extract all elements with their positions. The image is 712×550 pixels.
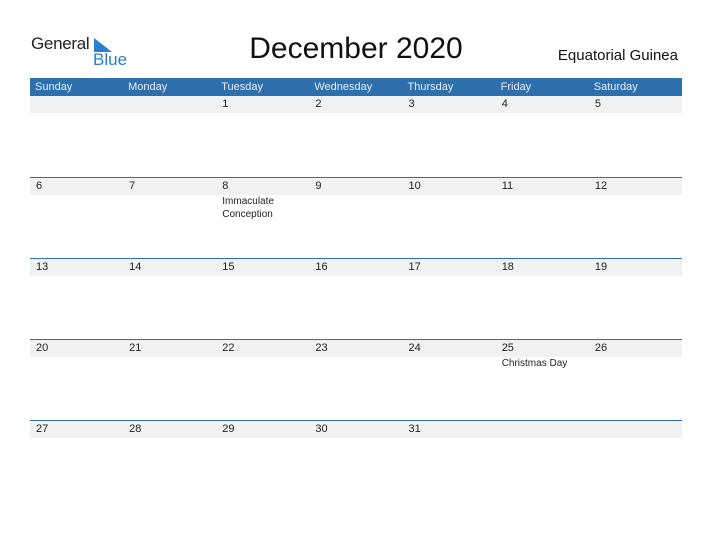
weekday-header: Sunday Monday Tuesday Wednesday Thursday… bbox=[30, 78, 682, 96]
day-number: 4 bbox=[501, 98, 508, 110]
day-number: 22 bbox=[222, 342, 235, 354]
day-cell[interactable]: 25 Christmas Day bbox=[496, 340, 589, 420]
day-number: 20 bbox=[36, 342, 49, 354]
day-cell[interactable] bbox=[123, 96, 216, 176]
day-cell[interactable]: 15 bbox=[216, 259, 309, 339]
day-cell[interactable]: 26 bbox=[589, 340, 682, 420]
day-cell[interactable]: 11 bbox=[496, 178, 589, 258]
day-number: 3 bbox=[408, 98, 415, 110]
day-cell[interactable] bbox=[30, 96, 123, 176]
day-number: 31 bbox=[408, 423, 421, 435]
day-cell[interactable]: 19 bbox=[589, 259, 682, 339]
day-cell[interactable]: 23 bbox=[309, 340, 402, 420]
day-number: 8 bbox=[222, 180, 229, 192]
week-row: 6 7 8 Immaculate Conception 9 10 11 12 bbox=[30, 177, 682, 259]
day-number: 28 bbox=[129, 423, 142, 435]
day-number: 5 bbox=[594, 98, 601, 110]
day-number: 21 bbox=[129, 342, 142, 354]
day-cell[interactable]: 29 bbox=[216, 421, 309, 501]
day-cell[interactable] bbox=[496, 421, 589, 501]
day-cell[interactable]: 5 bbox=[589, 96, 682, 176]
day-number: 18 bbox=[501, 261, 514, 273]
week-row: 20 21 22 23 24 25 Christmas Day 26 bbox=[30, 339, 682, 421]
day-cell[interactable]: 12 bbox=[589, 178, 682, 258]
weekday-saturday: Saturday bbox=[593, 81, 638, 93]
weekday-thursday: Thursday bbox=[407, 81, 454, 93]
day-cell[interactable]: 22 bbox=[216, 340, 309, 420]
day-cell[interactable]: 6 bbox=[30, 178, 123, 258]
weekday-friday: Friday bbox=[500, 81, 532, 93]
day-number: 25 bbox=[501, 342, 514, 354]
day-number: 2 bbox=[315, 98, 322, 110]
day-number: 29 bbox=[222, 423, 235, 435]
day-cell[interactable]: 16 bbox=[309, 259, 402, 339]
day-cell[interactable]: 18 bbox=[496, 259, 589, 339]
week-row: 27 28 29 30 31 bbox=[30, 420, 682, 502]
day-number: 13 bbox=[36, 261, 49, 273]
day-number: 24 bbox=[408, 342, 421, 354]
day-number: 15 bbox=[222, 261, 235, 273]
day-cell[interactable]: 28 bbox=[123, 421, 216, 501]
day-cell[interactable]: 14 bbox=[123, 259, 216, 339]
day-cell[interactable]: 10 bbox=[403, 178, 496, 258]
day-cell[interactable]: 30 bbox=[309, 421, 402, 501]
day-number: 30 bbox=[315, 423, 328, 435]
day-cell[interactable]: 2 bbox=[309, 96, 402, 176]
day-cell[interactable]: 20 bbox=[30, 340, 123, 420]
day-number: 19 bbox=[594, 261, 608, 273]
day-cell[interactable] bbox=[589, 421, 682, 501]
day-cell[interactable]: 7 bbox=[123, 178, 216, 258]
country-label: Equatorial Guinea bbox=[557, 47, 678, 64]
day-cell[interactable]: 1 bbox=[216, 96, 309, 176]
weekday-tuesday: Tuesday bbox=[221, 81, 264, 93]
day-number: 17 bbox=[408, 261, 421, 273]
day-cell[interactable]: 24 bbox=[403, 340, 496, 420]
day-cell[interactable]: 21 bbox=[123, 340, 216, 420]
day-number: 1 bbox=[222, 98, 229, 110]
day-number: 11 bbox=[501, 180, 514, 192]
day-cell[interactable]: 13 bbox=[30, 259, 123, 339]
day-number: 23 bbox=[315, 342, 328, 354]
week-row: 1 2 3 4 5 bbox=[30, 96, 682, 177]
day-number: 26 bbox=[594, 342, 608, 354]
day-number: 6 bbox=[36, 180, 43, 192]
holiday-label: Christmas Day bbox=[501, 358, 568, 369]
day-number: 27 bbox=[36, 423, 49, 435]
holiday-label: Immaculate Conception bbox=[222, 196, 274, 220]
day-cell[interactable]: 3 bbox=[403, 96, 496, 176]
day-number: 16 bbox=[315, 261, 328, 273]
weekday-wednesday: Wednesday bbox=[314, 81, 373, 93]
day-number: 9 bbox=[315, 180, 322, 192]
day-cell[interactable]: 17 bbox=[403, 259, 496, 339]
weekday-sunday: Sunday bbox=[35, 81, 73, 93]
day-number: 7 bbox=[129, 180, 136, 192]
day-cell[interactable]: 27 bbox=[30, 421, 123, 501]
day-cell[interactable]: 4 bbox=[496, 96, 589, 176]
day-cell[interactable]: 31 bbox=[403, 421, 496, 501]
day-number: 12 bbox=[594, 180, 608, 192]
day-cell[interactable]: 9 bbox=[309, 178, 402, 258]
weekday-monday: Monday bbox=[128, 81, 168, 93]
day-number: 14 bbox=[129, 261, 142, 273]
day-cell[interactable]: 8 Immaculate Conception bbox=[216, 178, 309, 258]
week-row: 13 14 15 16 17 18 19 bbox=[30, 258, 682, 340]
day-number: 10 bbox=[408, 180, 421, 192]
